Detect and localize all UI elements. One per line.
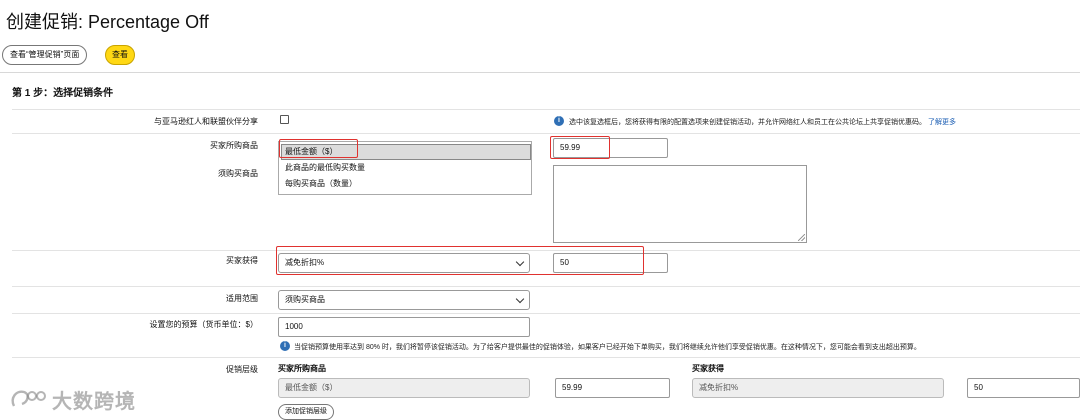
share-info-text: 选中该复选框后，您将获得有限的配置选项来创建促销活动，并允许网络红人和员工在公共… (569, 119, 956, 126)
tiers-label: 促销层级 (226, 365, 258, 374)
tier-buyer-gets-header: 买家获得 (692, 364, 724, 373)
tier-buyer-purchases-header: 买家所购商品 (278, 364, 326, 373)
tier-purchase-type: 最低金额（$） (278, 378, 530, 398)
budget-info-text: 当促销预算使用率达到 80% 时，我们将暂停该促销活动。为了给客户提供最佳的促销… (294, 344, 921, 351)
required-items-textarea[interactable] (553, 165, 807, 243)
add-tier-button[interactable]: 添加促销层级 (278, 404, 334, 420)
buyer-purchases-label: 买家所购商品 (210, 141, 258, 150)
row-divider (12, 109, 1080, 110)
tier-gets-type: 减免折扣% (692, 378, 944, 398)
chevron-down-icon (515, 294, 525, 304)
info-icon: i (554, 116, 564, 126)
highlight-box (550, 136, 610, 159)
share-checkbox[interactable] (280, 115, 289, 124)
required-items-label: 须购买商品 (218, 169, 258, 178)
section-divider (0, 72, 1080, 73)
watermark-text: 大数跨境 (52, 391, 136, 413)
share-label: 与亚马逊红人和联盟伙伴分享 (154, 117, 258, 126)
tier-purchase-value-input[interactable]: 59.99 (555, 378, 670, 398)
listbox-option[interactable]: 每购买商品（数量） (285, 178, 357, 189)
step-title: 第 1 步：选择促销条件 (12, 88, 114, 99)
highlight-box (276, 246, 644, 275)
budget-label: 设置您的预算（货币单位：$） (149, 320, 258, 329)
listbox-option[interactable]: 此商品的最低购买数量 (285, 162, 365, 173)
budget-input[interactable]: 1000 (278, 317, 530, 337)
row-divider (12, 313, 1080, 314)
learn-more-link[interactable]: 了解更多 (928, 119, 956, 126)
view-button[interactable]: 查看 (105, 45, 135, 65)
applies-to-select[interactable]: 须购买商品 (278, 290, 530, 310)
row-divider (12, 286, 1080, 287)
row-divider (12, 357, 1080, 358)
resize-handle[interactable] (798, 234, 805, 241)
watermark-logo-icon (11, 390, 46, 407)
info-icon: i (280, 341, 290, 351)
tier-gets-value-input[interactable]: 50 (967, 378, 1080, 398)
highlight-box (279, 139, 358, 158)
row-divider (12, 133, 1080, 134)
applies-to-label: 适用范围 (226, 294, 258, 303)
applies-to-selected: 须购买商品 (285, 295, 325, 304)
buyer-gets-label: 买家获得 (226, 256, 258, 265)
page-title: 创建促销: Percentage Off (6, 12, 209, 32)
view-manage-promotions-button[interactable]: 查看“管理促销”页面 (2, 45, 88, 65)
